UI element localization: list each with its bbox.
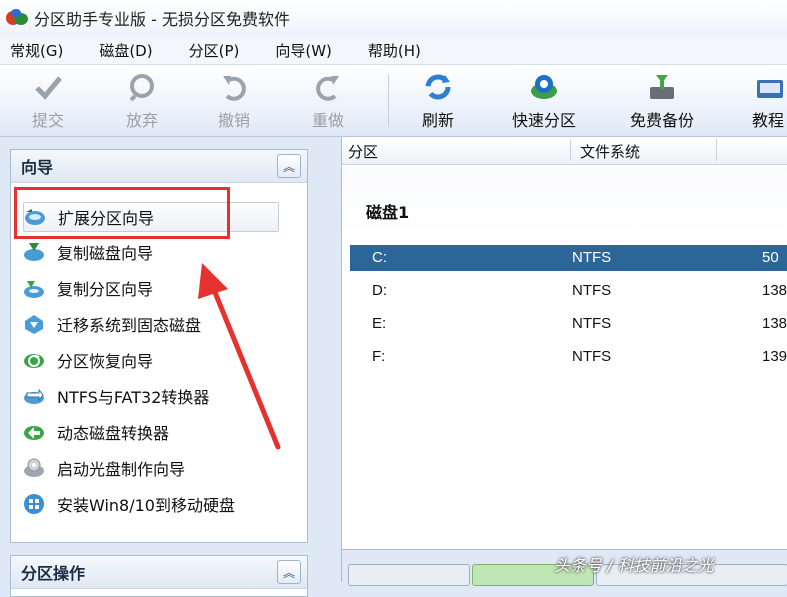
discard-button[interactable]: 放弃 <box>126 71 158 131</box>
toolbar-separator <box>388 75 389 127</box>
wizard-item-boot-cd[interactable]: 启动光盘制作向导 <box>23 454 185 482</box>
quick-partition-button[interactable]: 快速分区 <box>512 71 576 131</box>
tutorial-button[interactable]: 教程 <box>752 71 784 131</box>
column-header-partition[interactable]: 分区 <box>348 141 378 162</box>
highlight-box <box>14 187 230 239</box>
partition-size: 50 <box>762 249 779 266</box>
table-row[interactable]: D: NTFS 138 <box>350 278 787 304</box>
copy-disk-icon <box>23 241 45 263</box>
partition-filesystem: NTFS <box>572 282 612 299</box>
copy-partition-icon <box>23 277 45 299</box>
wizard-panel-title: 向导 <box>21 158 54 177</box>
disk-map-segment[interactable] <box>348 564 470 586</box>
wizard-panel-header: 向导 ︽ <box>11 150 307 183</box>
partition-ops-panel: 分区操作 ︽ <box>10 555 308 597</box>
wizard-item-win-to-go[interactable]: 安装Win8/10到移动硬盘 <box>23 490 235 518</box>
annotation-arrow <box>198 263 281 450</box>
title-bar: 分区助手专业版 - 无损分区免费软件 <box>0 0 787 36</box>
table-row[interactable]: C: NTFS 50 <box>350 245 787 271</box>
partition-size: 139 <box>762 348 787 365</box>
partition-letter: D: <box>372 282 387 299</box>
windows-icon <box>23 493 45 515</box>
menu-wizard[interactable]: 向导(W) <box>265 40 344 61</box>
wizard-item-partition-recovery[interactable]: 分区恢复向导 <box>23 346 153 374</box>
boot-cd-icon <box>23 457 45 479</box>
partition-letter: E: <box>372 315 387 332</box>
wizard-item-dynamic-disk[interactable]: 动态磁盘转换器 <box>23 418 169 446</box>
window-title: 分区助手专业版 - 无损分区免费软件 <box>34 10 290 29</box>
wizard-item-ntfs-fat32[interactable]: NTFS与FAT32转换器 <box>23 382 209 410</box>
submit-button[interactable]: 提交 <box>32 71 64 131</box>
column-divider[interactable] <box>716 139 717 161</box>
wizard-item-migrate-os-ssd[interactable]: 迁移系统到固态磁盘 <box>23 310 201 338</box>
toolbar: 提交 放弃 撤销 重做 刷新 快速分区 免费备份 教程 <box>0 65 787 137</box>
backup-icon <box>646 71 678 103</box>
fs-convert-icon <box>23 385 45 407</box>
quick-partition-icon <box>528 71 560 103</box>
undo-icon <box>218 71 250 103</box>
table-row[interactable]: E: NTFS 138 <box>350 311 787 337</box>
watermark: 头条号 / 科技前沿之光 <box>554 556 714 575</box>
partition-ops-header: 分区操作 ︽ <box>11 556 307 589</box>
undo-button[interactable]: 撤销 <box>218 71 250 131</box>
column-header-filesystem[interactable]: 文件系统 <box>580 141 640 162</box>
column-divider[interactable] <box>570 139 571 161</box>
disk-name: 磁盘1 <box>366 203 410 222</box>
collapse-wizard-button[interactable]: ︽ <box>277 154 301 178</box>
partition-filesystem: NTFS <box>572 249 612 266</box>
collapse-partition-ops-button[interactable]: ︽ <box>277 560 301 584</box>
menu-general[interactable]: 常规(G) <box>0 40 75 61</box>
discard-icon <box>126 71 158 103</box>
menu-help[interactable]: 帮助(H) <box>358 40 433 61</box>
refresh-icon <box>422 71 454 103</box>
chevron-up-icon: ︽ <box>282 565 295 580</box>
partition-ops-title: 分区操作 <box>21 564 86 583</box>
menu-partition[interactable]: 分区(P) <box>179 40 252 61</box>
chevron-up-icon: ︽ <box>282 159 295 174</box>
partition-letter: F: <box>372 348 386 365</box>
table-row[interactable]: F: NTFS 139 <box>350 344 787 370</box>
partition-size: 138 <box>762 315 787 332</box>
menu-disk[interactable]: 磁盘(D) <box>89 40 164 61</box>
redo-button[interactable]: 重做 <box>312 71 344 131</box>
tutorial-icon <box>752 71 784 103</box>
refresh-button[interactable]: 刷新 <box>422 71 454 131</box>
checkmark-icon <box>32 71 64 103</box>
menu-bar: 常规(G) 磁盘(D) 分区(P) 向导(W) 帮助(H) <box>0 36 787 65</box>
redo-icon <box>312 71 344 103</box>
partition-list-pane: 分区 文件系统 磁盘1 C: NTFS 50 D: NTFS 138 E: NT… <box>341 137 787 586</box>
app-icon <box>6 9 28 27</box>
free-backup-button[interactable]: 免费备份 <box>630 71 694 131</box>
partition-letter: C: <box>372 249 387 266</box>
disk-group-header: 磁盘1 <box>342 167 787 237</box>
dynamic-disk-icon <box>23 421 45 443</box>
migrate-os-icon <box>23 313 45 335</box>
partition-filesystem: NTFS <box>572 348 612 365</box>
wizard-item-copy-disk[interactable]: 复制磁盘向导 <box>23 238 153 266</box>
column-headers: 分区 文件系统 <box>342 137 787 165</box>
partition-recovery-icon <box>23 349 45 371</box>
partition-filesystem: NTFS <box>572 315 612 332</box>
partition-size: 138 <box>762 282 787 299</box>
wizard-item-copy-partition[interactable]: 复制分区向导 <box>23 274 153 302</box>
